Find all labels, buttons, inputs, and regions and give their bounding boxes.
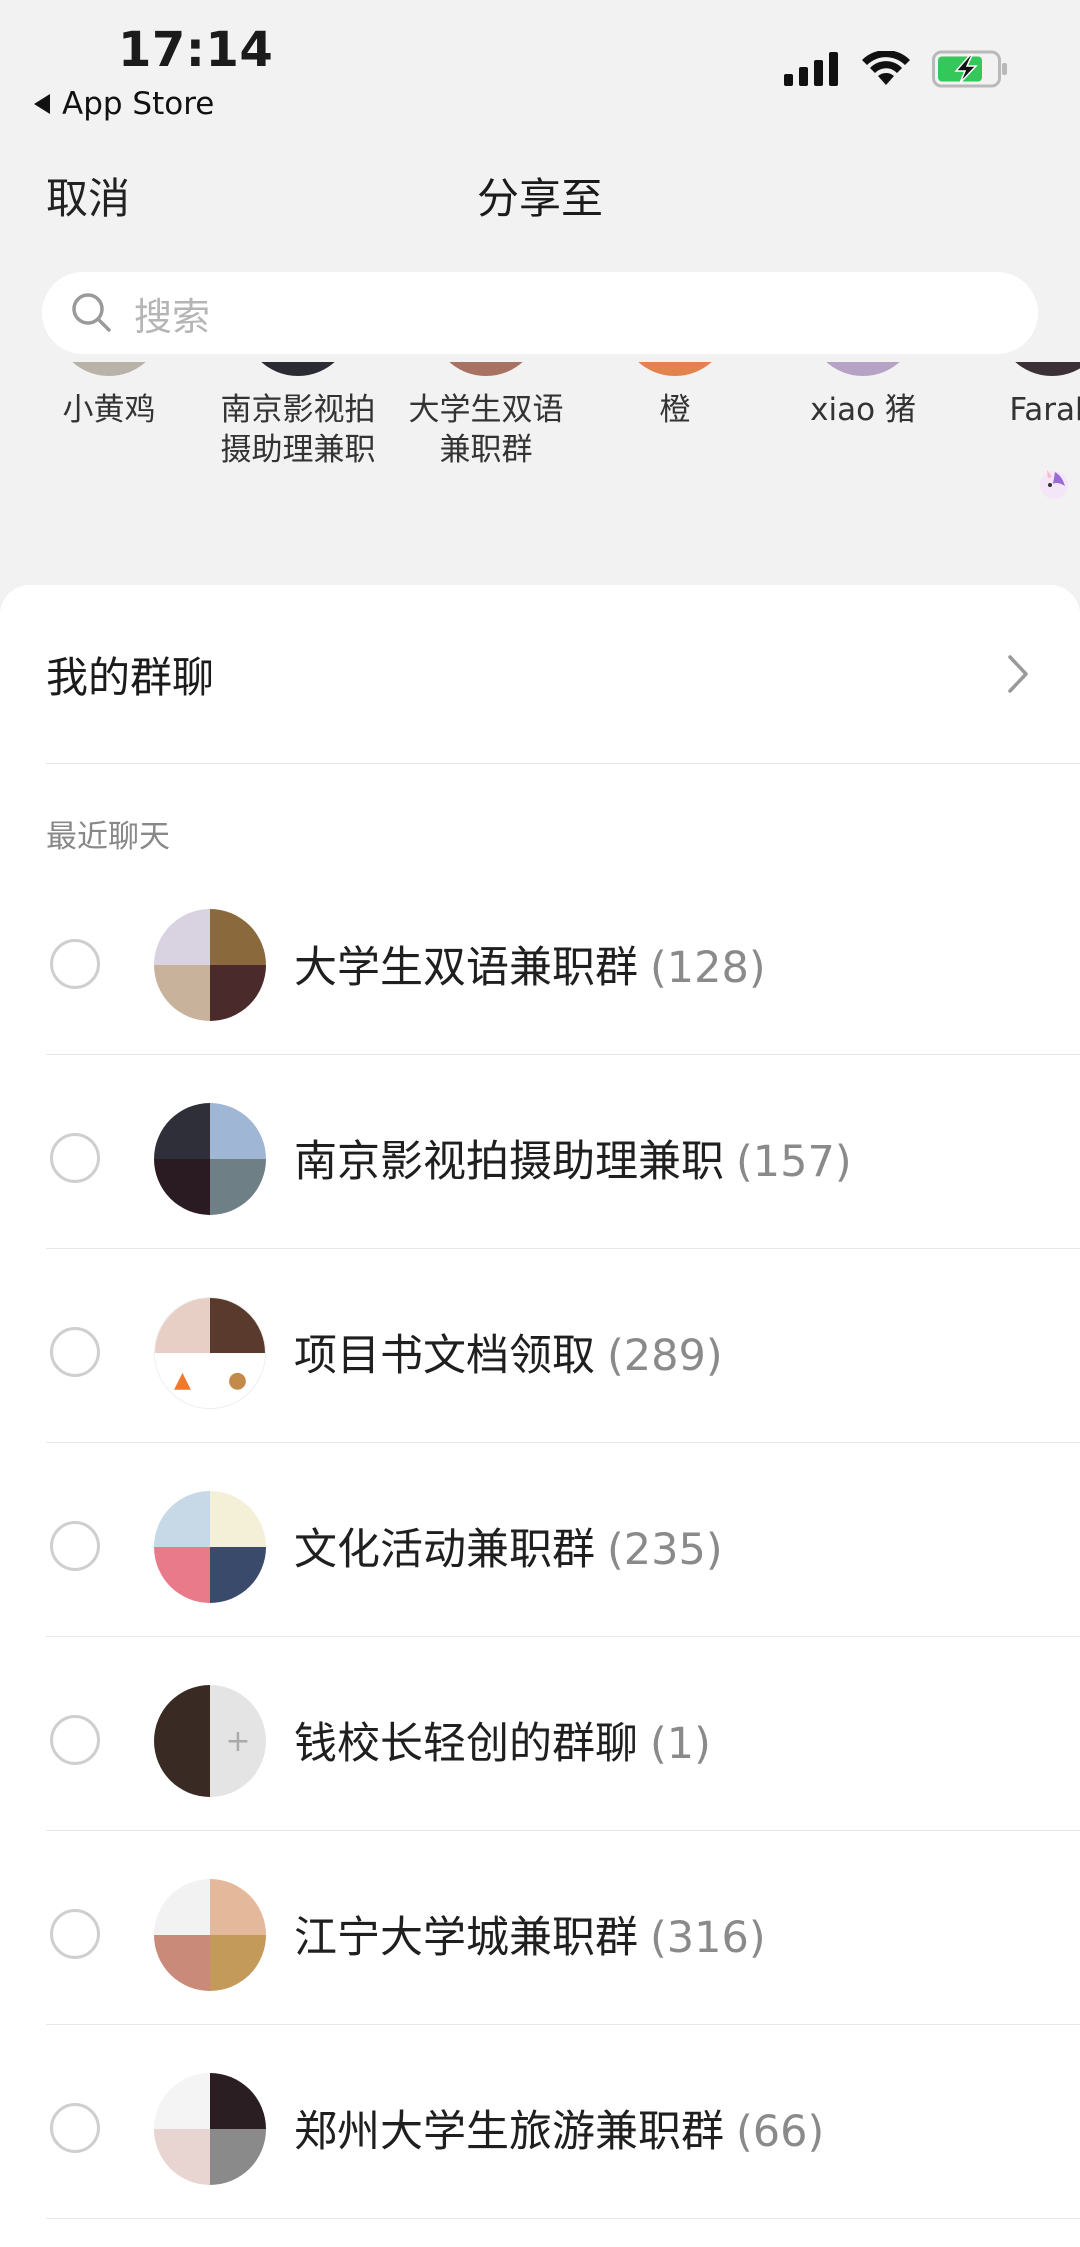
back-to-app-store[interactable]: App Store (34, 86, 214, 122)
search-input[interactable]: 搜索 (42, 272, 1038, 354)
select-radio[interactable] (50, 1715, 100, 1765)
chat-title: 南京影视拍摄助理兼职 (157) (294, 1127, 852, 1189)
group-avatar: + (154, 1685, 266, 1797)
back-triangle-icon (34, 94, 50, 114)
chat-name: 文化活动兼职群 (294, 1525, 595, 1575)
contact-name: 大学生双语 兼职群 (408, 392, 564, 468)
group-avatar (154, 1103, 266, 1215)
member-count: (289) (607, 1331, 723, 1381)
group-avatar (154, 2073, 266, 2185)
contact-name: xiao 猪 (810, 392, 916, 428)
chat-title: 钱校长轻创的群聊 (1) (294, 1709, 711, 1771)
search-icon (72, 293, 111, 332)
avatar (54, 362, 164, 376)
select-radio[interactable] (50, 1327, 100, 1377)
contact-name: 橙 (659, 392, 691, 428)
avatar (808, 362, 918, 376)
battery-charging-icon (932, 50, 1007, 88)
member-count: (316) (650, 1913, 766, 1963)
chat-title: 文化活动兼职群 (235) (294, 1515, 723, 1577)
group-avatar (154, 1491, 266, 1603)
chat-row[interactable]: 江宁大学城兼职群 (316) (0, 1831, 1080, 2025)
avatar (997, 362, 1080, 376)
member-count: (128) (650, 943, 766, 993)
chat-row[interactable]: 南京影视拍摄助理兼职 (157) (0, 1055, 1080, 1249)
avatar (243, 362, 353, 376)
chat-row[interactable]: 大学生双语兼职群 (128) (0, 861, 1080, 1055)
select-radio[interactable] (50, 1521, 100, 1571)
my-groups-row[interactable]: 我的群聊 (0, 585, 1080, 763)
chat-name: 项目书文档领取 (294, 1331, 595, 1381)
chat-row[interactable]: + 钱校长轻创的群聊 (1) (0, 1637, 1080, 1831)
wifi-icon (862, 51, 910, 85)
cellular-signal-icon (784, 52, 838, 86)
contact-name: Farah (1009, 392, 1080, 428)
select-radio[interactable] (50, 1133, 100, 1183)
contact-name: 小黄鸡 (62, 392, 156, 428)
chevron-right-icon (1008, 655, 1028, 693)
chat-title: 江宁大学城兼职群 (316) (294, 1903, 766, 1965)
group-avatar (154, 1879, 266, 1991)
back-app-label: App Store (62, 86, 215, 122)
contact-item[interactable]: 南京影视拍 摄助理兼职 (203, 362, 393, 470)
page-title: 分享至 (476, 174, 603, 223)
chat-name: 南京影视拍摄助理兼职 (294, 1137, 724, 1187)
divider (46, 763, 1080, 764)
my-groups-label: 我的群聊 (46, 652, 215, 702)
chat-name: 钱校长轻创的群聊 (294, 1719, 638, 1769)
recent-chats-section-label: 最近聊天 (46, 819, 170, 855)
contact-item[interactable]: Farah (957, 362, 1080, 499)
contact-item[interactable]: 小黄鸡 (14, 362, 204, 430)
select-radio[interactable] (50, 2103, 100, 2153)
avatar (431, 362, 541, 376)
contact-item[interactable]: 大学生双语 兼职群 (391, 362, 581, 470)
search-placeholder: 搜索 (134, 294, 211, 339)
chat-title: 郑州大学生旅游兼职群 (66) (294, 2097, 824, 2159)
chat-row[interactable]: 郑州大学生旅游兼职群 (66) (0, 2025, 1080, 2219)
chat-list-sheet: 我的群聊 最近聊天 大学生双语兼职群 (128) 南京影视拍摄助理兼职 (157) … (0, 585, 1080, 2247)
chat-title: 大学生双语兼职群 (128) (294, 933, 766, 995)
chat-title: 项目书文档领取 (289) (294, 1321, 723, 1383)
group-avatar: ▲ ● (154, 1297, 266, 1409)
chat-row[interactable]: 文化活动兼职群 (235) (0, 1443, 1080, 1637)
navigation-bar: 取消 分享至 (0, 150, 1080, 240)
select-radio[interactable] (50, 1909, 100, 1959)
recent-contacts-strip[interactable]: 小黄鸡 南京影视拍 摄助理兼职 大学生双语 兼职群 橙 xiao 猪 Farah (0, 362, 1080, 512)
chat-name: 郑州大学生旅游兼职群 (294, 2107, 724, 2157)
contact-item[interactable]: 橙 (580, 362, 770, 430)
group-avatar (154, 909, 266, 1021)
avatar (620, 362, 730, 376)
chat-name: 大学生双语兼职群 (294, 943, 638, 993)
chat-row[interactable]: ▲ ● 项目书文档领取 (289) (0, 1249, 1080, 1443)
member-count: (235) (607, 1525, 723, 1575)
system-icons (784, 50, 1010, 88)
chat-name: 江宁大学城兼职群 (294, 1913, 638, 1963)
unicorn-emoji-icon (1040, 470, 1068, 499)
status-bar: 17:14 App Store (0, 0, 1080, 150)
status-time: 17:14 (118, 22, 274, 78)
row-divider (46, 2218, 1080, 2219)
member-count: (1) (650, 1719, 711, 1769)
member-count: (157) (736, 1137, 852, 1187)
select-radio[interactable] (50, 939, 100, 989)
contact-name: 南京影视拍 摄助理兼职 (220, 392, 376, 468)
contact-item[interactable]: xiao 猪 (768, 362, 958, 430)
member-count: (66) (736, 2107, 825, 2157)
